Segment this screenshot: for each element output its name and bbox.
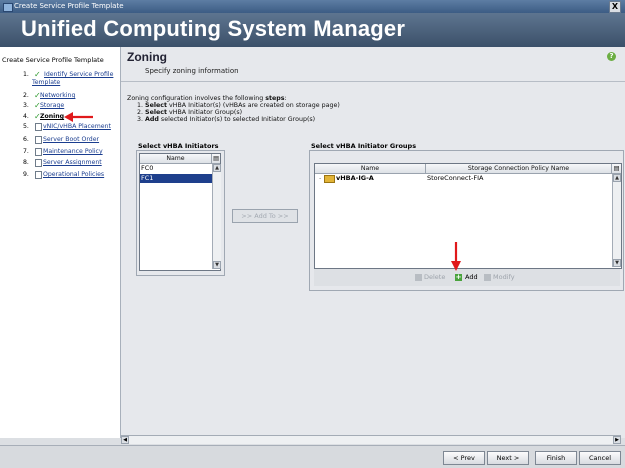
initiator-groups-table[interactable]: Name Storage Connection Policy Name ▤ - … bbox=[314, 163, 622, 269]
window-title: Create Service Profile Template bbox=[14, 2, 124, 10]
initiators-section-title: Select vHBA Initiators bbox=[138, 142, 219, 150]
title-divider bbox=[121, 81, 625, 82]
initiators-scrollbar[interactable]: ▲ ▼ bbox=[212, 164, 221, 269]
step-label-continued[interactable]: Template bbox=[32, 79, 60, 86]
next-button[interactable]: Next > bbox=[487, 451, 529, 465]
column-chooser-icon[interactable]: ▤ bbox=[212, 154, 220, 164]
table-row-fc1-selected[interactable]: FC1 bbox=[140, 174, 212, 183]
step-label[interactable]: vNIC/vHBA Placement bbox=[43, 123, 111, 130]
document-icon bbox=[35, 136, 42, 144]
scroll-left-icon[interactable]: ◀ bbox=[121, 436, 129, 444]
annotation-arrow-down bbox=[451, 242, 461, 271]
add-button[interactable]: + Add bbox=[455, 273, 478, 282]
delete-button[interactable]: Delete bbox=[415, 273, 445, 282]
wizard-title: Create Service Profile Template bbox=[2, 56, 104, 64]
table-row-group[interactable]: - vHBA-IG-A StoreConnect-FIA bbox=[319, 174, 610, 183]
prev-button[interactable]: < Prev bbox=[443, 451, 485, 465]
app-banner: Unified Computing System Manager bbox=[0, 13, 625, 47]
document-icon bbox=[35, 171, 42, 179]
initiator-groups-group-box: Name Storage Connection Policy Name ▤ - … bbox=[309, 150, 624, 291]
help-icon[interactable]: ? bbox=[607, 52, 616, 61]
main-horizontal-scrollbar[interactable]: ◀ ▶ bbox=[121, 435, 621, 444]
document-icon bbox=[35, 159, 42, 167]
scroll-down-icon[interactable]: ▼ bbox=[613, 259, 621, 267]
table-row-fc0[interactable]: FC0 bbox=[140, 164, 211, 173]
instruction-step: 3. Add selected Initiator(s) to selected… bbox=[137, 116, 316, 123]
initiators-group-box: Name ▤ FC0 FC1 ▲ ▼ bbox=[136, 150, 225, 276]
column-chooser-icon[interactable]: ▤ bbox=[612, 164, 621, 174]
app-window-icon bbox=[3, 3, 13, 12]
initiators-table[interactable]: Name ▤ FC0 FC1 ▲ ▼ bbox=[139, 153, 221, 271]
annotation-arrow-left bbox=[64, 112, 93, 122]
page-subtitle: Specify zoning information bbox=[145, 67, 239, 75]
scroll-up-icon[interactable]: ▲ bbox=[613, 174, 621, 182]
group-policy: StoreConnect-FIA bbox=[427, 174, 484, 182]
add-to-button[interactable]: >> Add To >> bbox=[232, 209, 298, 223]
close-button[interactable]: X bbox=[609, 1, 621, 13]
edit-icon bbox=[484, 274, 491, 281]
document-icon bbox=[35, 148, 42, 156]
trash-icon bbox=[415, 274, 422, 281]
plus-icon: + bbox=[455, 273, 462, 281]
scroll-right-icon[interactable]: ▶ bbox=[613, 436, 621, 444]
step-label[interactable]: Server Boot Order bbox=[43, 136, 99, 143]
banner-title: Unified Computing System Manager bbox=[21, 16, 406, 41]
modify-button[interactable]: Modify bbox=[484, 273, 515, 282]
step-label[interactable]: Storage bbox=[40, 102, 64, 109]
groups-scrollbar[interactable]: ▲ ▼ bbox=[612, 174, 621, 267]
step-label-current[interactable]: Zoning bbox=[40, 113, 64, 120]
groups-toolbar: Delete + Add Modify bbox=[314, 269, 620, 286]
groups-column-policy[interactable]: Storage Connection Policy Name bbox=[426, 164, 612, 174]
groups-column-name[interactable]: Name bbox=[315, 164, 426, 174]
scroll-down-icon[interactable]: ▼ bbox=[213, 261, 221, 269]
document-icon bbox=[35, 123, 42, 131]
page-title: Zoning bbox=[127, 50, 167, 64]
main-content: Zoning Specify zoning information ? Zoni… bbox=[121, 47, 625, 438]
wizard-footer: < Prev Next > Finish Cancel bbox=[0, 445, 625, 468]
step-label[interactable]: Maintenance Policy bbox=[43, 148, 103, 155]
step-label[interactable]: Operational Policies bbox=[43, 171, 104, 178]
checkmark-icon: ✓ bbox=[34, 70, 41, 79]
window-title-bar: Create Service Profile Template X bbox=[0, 0, 625, 13]
wizard-steps-panel: Create Service Profile Template 1. ✓ Ide… bbox=[0, 47, 121, 438]
group-name: vHBA-IG-A bbox=[336, 174, 374, 182]
zoning-instructions-intro: Zoning configuration involves the follow… bbox=[127, 95, 287, 102]
initiator-group-icon bbox=[324, 175, 335, 183]
step-label[interactable]: Server Assignment bbox=[43, 159, 102, 166]
scroll-up-icon[interactable]: ▲ bbox=[213, 164, 221, 172]
instruction-step: 2. Select vHBA Initiator Group(s) bbox=[137, 109, 243, 116]
cancel-button[interactable]: Cancel bbox=[579, 451, 621, 465]
initiators-column-name[interactable]: Name bbox=[140, 154, 212, 164]
instruction-step: 1. Select vHBA Initiator(s) (vHBAs are c… bbox=[137, 102, 340, 109]
step-label[interactable]: Identify Service Profile bbox=[44, 71, 113, 78]
finish-button[interactable]: Finish bbox=[535, 451, 577, 465]
tree-expand-icon[interactable]: - bbox=[319, 174, 321, 183]
step-label[interactable]: Networking bbox=[40, 92, 75, 99]
initiator-groups-section-title: Select vHBA Initiator Groups bbox=[311, 142, 417, 150]
